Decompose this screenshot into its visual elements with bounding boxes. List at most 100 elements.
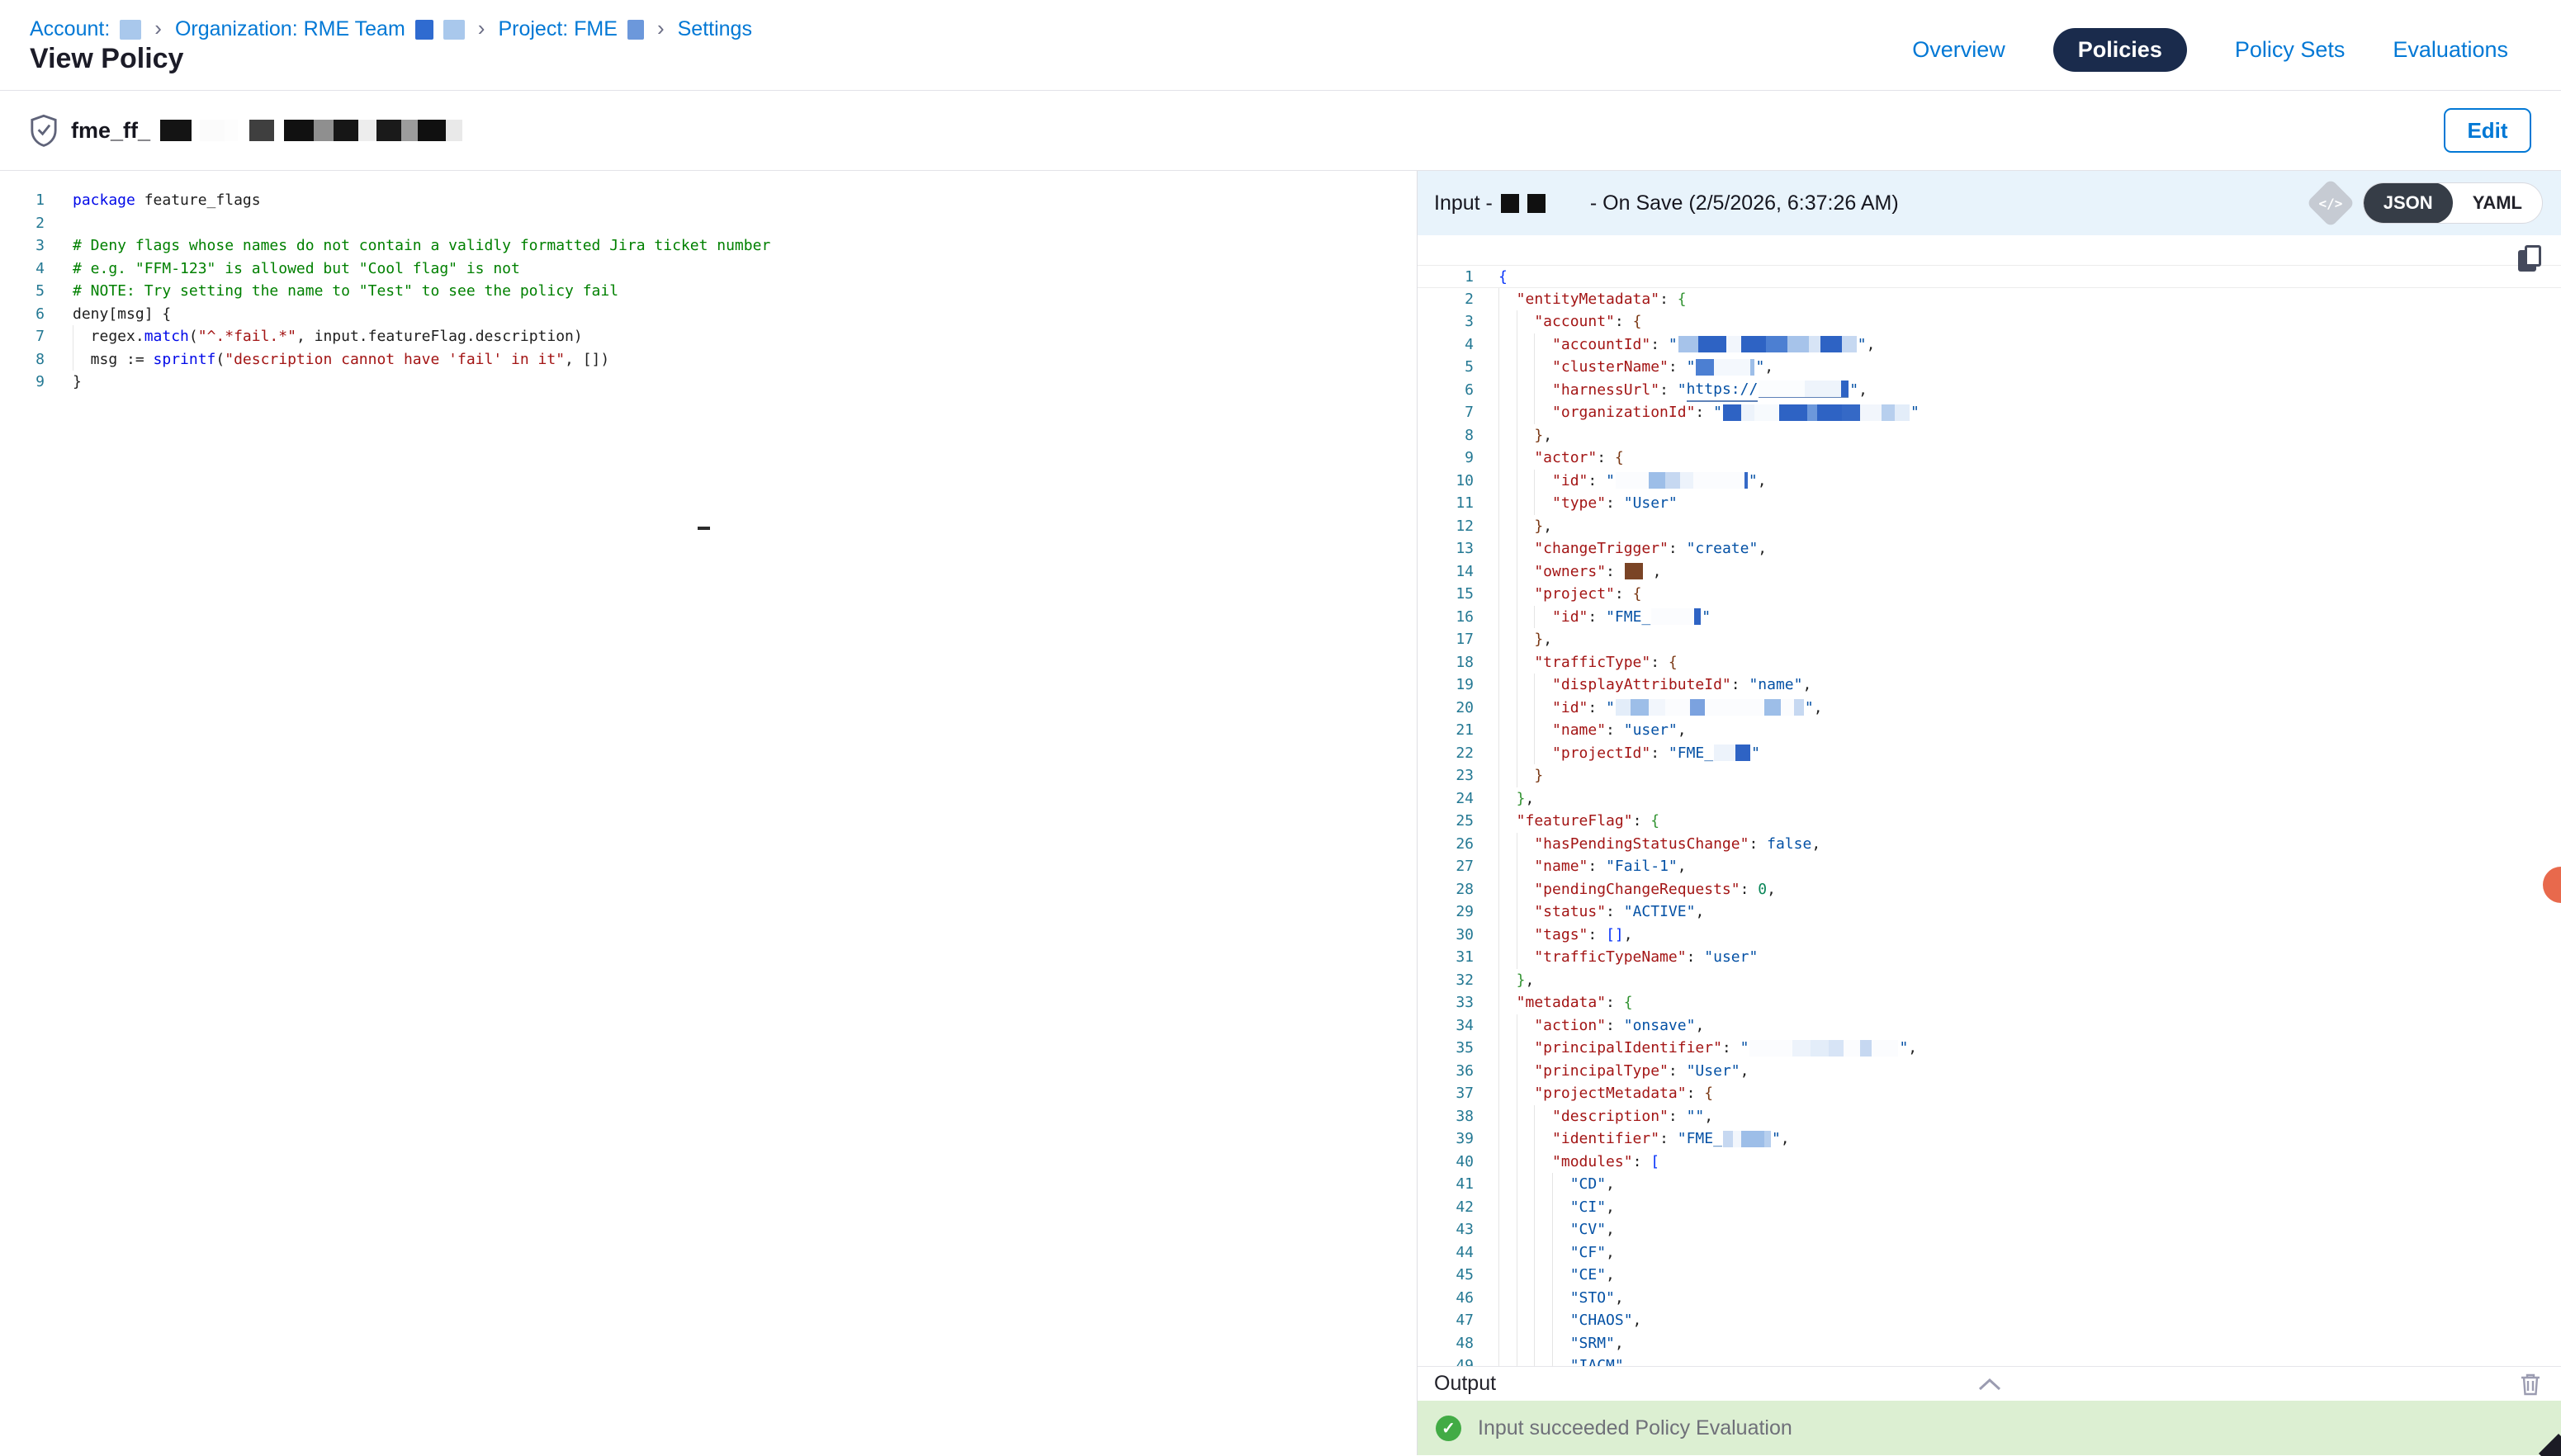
code-line: 26"hasPendingStatusChange": false, (1418, 833, 2561, 856)
redacted-value (1749, 1040, 1898, 1057)
testing-panel: Input - - On Save (2/5/2026, 6:37:26 AM)… (1417, 171, 2561, 1455)
line-number: 49 (1418, 1354, 1484, 1366)
line-number: 8 (1418, 424, 1484, 447)
code-line: 4# e.g. "FFM-123" is allowed but "Cool f… (0, 258, 1417, 281)
input-panel-header: Input - - On Save (2/5/2026, 6:37:26 AM)… (1418, 171, 2561, 235)
code-line: 33"metadata": { (1418, 991, 2561, 1014)
code-line: 16"id": "FME_" (1418, 606, 2561, 629)
code-line: 8msg := sprintf("description cannot have… (0, 348, 1417, 371)
line-number: 31 (1418, 946, 1484, 969)
line-number: 2 (0, 212, 51, 235)
output-title: Output (1434, 1372, 1496, 1396)
edit-button[interactable]: Edit (2444, 108, 2531, 153)
line-number: 44 (1418, 1241, 1484, 1265)
line-number: 43 (1418, 1218, 1484, 1241)
input-json-editor[interactable]: 1{2"entityMetadata": {3"account": {4"acc… (1418, 235, 2561, 1366)
line-number: 33 (1418, 991, 1484, 1014)
redacted-org-name-2 (443, 20, 465, 40)
code-line: 10"id": "", (1418, 470, 2561, 493)
code-line: 25"featureFlag": { (1418, 810, 2561, 833)
breadcrumb: Account: › Organization: RME Team › Proj… (30, 17, 752, 42)
code-line: 9"actor": { (1418, 447, 2561, 470)
redacted-value (1714, 745, 1750, 761)
line-number: 1 (0, 189, 51, 212)
redacted-value (1723, 404, 1910, 421)
line-number: 12 (1418, 515, 1484, 538)
line-number: 27 (1418, 855, 1484, 878)
input-label: Input - (1434, 191, 1493, 215)
yaml-toggle-button[interactable]: YAML (2453, 182, 2542, 224)
code-line: 2"entityMetadata": { (1418, 288, 2561, 311)
evaluation-status-text: Input succeeded Policy Evaluation (1478, 1416, 1792, 1440)
trash-icon[interactable] (2520, 1372, 2541, 1397)
breadcrumb-settings-link[interactable]: Settings (678, 17, 752, 41)
redacted-project-name (627, 20, 644, 40)
line-number: 38 (1418, 1105, 1484, 1128)
json-toggle-button[interactable]: JSON (2364, 182, 2453, 224)
tab-evaluations[interactable]: Evaluations (2393, 37, 2508, 63)
line-number: 41 (1418, 1173, 1484, 1196)
line-number: 23 (1418, 764, 1484, 787)
line-number: 4 (1418, 333, 1484, 357)
code-line: 2 (0, 212, 1417, 235)
tab-policy-sets[interactable]: Policy Sets (2235, 37, 2346, 63)
breadcrumb-project-link[interactable]: Project: FME (498, 17, 617, 41)
collapse-output-icon[interactable] (1977, 1377, 2002, 1392)
redacted-input-name (1501, 194, 1519, 213)
breadcrumb-account-link[interactable]: Account: (30, 17, 110, 41)
code-line: 17}, (1418, 628, 2561, 651)
line-number: 14 (1418, 560, 1484, 584)
tab-overview[interactable]: Overview (1912, 37, 2005, 63)
redacted-value (1616, 472, 1748, 489)
line-number: 13 (1418, 537, 1484, 560)
line-number: 11 (1418, 492, 1484, 515)
line-number: 5 (1418, 356, 1484, 379)
code-line: 43"CV", (1418, 1218, 2561, 1241)
code-line: 29"status": "ACTIVE", (1418, 901, 2561, 924)
tab-policies[interactable]: Policies (2053, 28, 2187, 72)
redacted-org-name (415, 20, 433, 40)
main-content: 1package feature_flags23# Deny flags who… (0, 171, 2561, 1455)
line-number: 16 (1418, 606, 1484, 629)
policy-toolbar: fme_ff_ Edit (0, 91, 2561, 171)
code-line: 39"identifier": "FME_", (1418, 1127, 2561, 1151)
rego-code: 1package feature_flags23# Deny flags who… (0, 171, 1417, 394)
line-number: 22 (1418, 742, 1484, 765)
code-line: 20"id": "", (1418, 697, 2561, 720)
line-number: 5 (0, 280, 51, 303)
code-line: 3"account": { (1418, 310, 2561, 333)
line-number: 42 (1418, 1196, 1484, 1219)
line-number: 8 (0, 348, 51, 371)
code-line: 38"description": "", (1418, 1105, 2561, 1128)
copy-icon[interactable] (2518, 245, 2543, 273)
policy-code-editor[interactable]: 1package feature_flags23# Deny flags who… (0, 171, 1417, 1455)
code-line: 40"modules": [ (1418, 1151, 2561, 1174)
code-line: 49"IACM" (1418, 1354, 2561, 1366)
redacted-input-name-2 (1527, 194, 1546, 213)
editor-marker (698, 527, 710, 530)
code-line: 11"type": "User" (1418, 492, 2561, 515)
code-line: 6deny[msg] { (0, 303, 1417, 326)
line-number: 7 (0, 325, 51, 348)
code-line: 1{ (1418, 265, 2561, 288)
code-line: 31"trafficTypeName": "user" (1418, 946, 2561, 969)
line-number: 28 (1418, 878, 1484, 901)
code-line: 8}, (1418, 424, 2561, 447)
code-line: 5# NOTE: Try setting the name to "Test" … (0, 280, 1417, 303)
code-view-icon[interactable]: </> (2306, 178, 2355, 227)
code-line: 5"clusterName": "", (1418, 356, 2561, 379)
page-title: View Policy (30, 43, 183, 75)
top-nav: Overview Policies Policy Sets Evaluation… (1912, 28, 2508, 72)
code-line: 3# Deny flags whose names do not contain… (0, 234, 1417, 258)
line-number: 15 (1418, 583, 1484, 606)
redacted-value (1678, 336, 1857, 352)
success-check-icon: ✓ (1436, 1416, 1461, 1441)
view-policy-page: Account: › Organization: RME Team › Proj… (0, 0, 2561, 1456)
code-line: 45"CE", (1418, 1264, 2561, 1287)
code-line: 7regex.match("^.*fail.*", input.featureF… (0, 325, 1417, 348)
line-number: 9 (0, 371, 51, 394)
line-number: 40 (1418, 1151, 1484, 1174)
line-number: 39 (1418, 1127, 1484, 1151)
code-line: 6"harnessUrl": "https://", (1418, 379, 2561, 402)
breadcrumb-organization-link[interactable]: Organization: RME Team (175, 17, 405, 41)
